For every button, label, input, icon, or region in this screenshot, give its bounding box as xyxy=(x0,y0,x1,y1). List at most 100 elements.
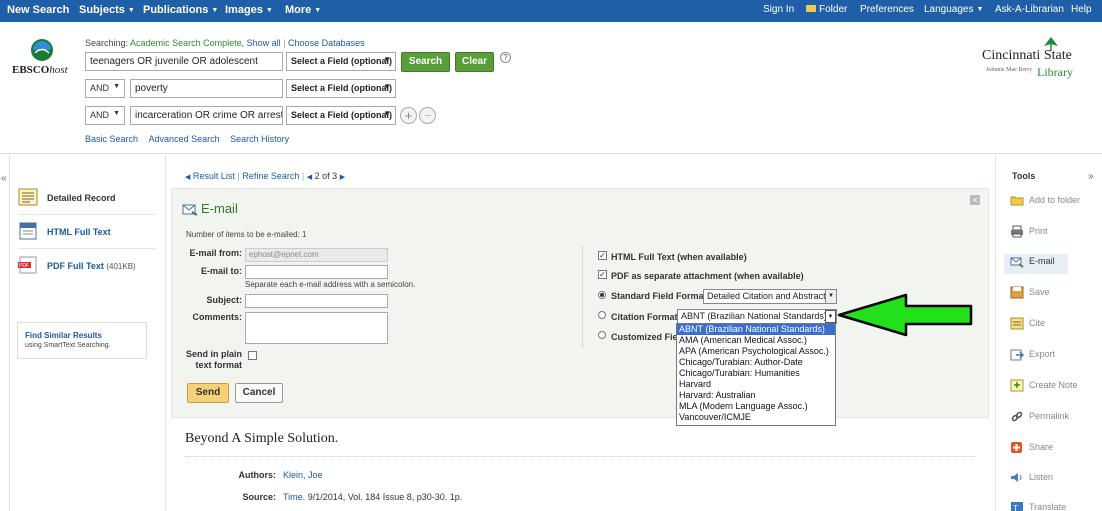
chevron-down-icon: ▼ xyxy=(825,310,836,323)
help-icon[interactable]: ? xyxy=(500,52,511,63)
authors-label: Authors: xyxy=(238,470,277,480)
tool-email[interactable]: E-mail xyxy=(1004,254,1068,274)
citation-option[interactable]: Harvard xyxy=(677,379,835,390)
database-name: Academic Search Complete xyxy=(130,38,242,48)
html-full-text-checkbox[interactable]: ✓ xyxy=(598,251,607,260)
top-navigation-bar: New Search Subjects ▼ Publications ▼ Image… xyxy=(0,0,1102,22)
source-publication-link[interactable]: Time. xyxy=(283,492,305,502)
subject-field[interactable] xyxy=(245,294,388,308)
tool-save[interactable]: Save xyxy=(1010,285,1100,305)
tool-listen[interactable]: Listen xyxy=(1010,470,1100,490)
record-title: Beyond A Simple Solution. xyxy=(185,431,339,446)
tool-permalink[interactable]: Permalink xyxy=(1010,409,1100,429)
boolean-operator-select-3[interactable]: AND ▼ xyxy=(85,106,125,125)
nav-new-search[interactable]: New Search xyxy=(7,4,69,16)
tool-add-to-folder[interactable]: Add to folder xyxy=(1010,193,1100,213)
search-button[interactable]: Search xyxy=(401,52,450,72)
collapse-right-icon[interactable]: » xyxy=(1088,171,1094,182)
left-sidebar: Detailed Record HTML Full Text PDF PDF F… xyxy=(10,155,160,511)
close-icon[interactable]: × xyxy=(970,195,980,205)
citation-format-dropdown[interactable]: ABNT (Brazilian National Standards) AMA … xyxy=(676,323,836,426)
pdf-full-text-link[interactable]: PDF PDF Full Text (401KB) xyxy=(18,253,156,283)
save-icon xyxy=(1010,286,1024,299)
library-logo[interactable]: Cincinnati State Johnnie Mae Berry Libra… xyxy=(982,36,1082,86)
search-input-2[interactable]: poverty xyxy=(130,79,283,98)
tool-create-note[interactable]: Create Note xyxy=(1010,378,1100,398)
email-to-hint: Separate each e-mail address with a semi… xyxy=(245,280,416,289)
choose-databases-link[interactable]: Choose Databases xyxy=(288,38,365,48)
plain-text-checkbox[interactable] xyxy=(248,351,257,360)
nav-help[interactable]: Help xyxy=(1071,4,1092,15)
html-full-text-link[interactable]: HTML Full Text xyxy=(18,219,156,249)
citation-option[interactable]: Chicago/Turabian: Humanities xyxy=(677,368,835,379)
chevron-down-icon: ▼ xyxy=(976,6,984,13)
citation-option[interactable]: Vancouver/ICMJE xyxy=(677,412,835,423)
author-link[interactable]: Klein, Joe xyxy=(283,470,323,480)
show-all-link[interactable]: Show all xyxy=(247,38,281,48)
ebsco-logo-text[interactable]: EBSCOhost xyxy=(12,64,68,76)
share-icon xyxy=(1011,442,1022,453)
field-select-1[interactable]: Select a Field (optional) ▼ xyxy=(286,52,396,71)
nav-languages[interactable]: Languages ▼ xyxy=(924,4,983,15)
nav-subjects[interactable]: Subjects ▼ xyxy=(79,4,135,16)
standard-format-radio[interactable] xyxy=(598,291,606,299)
citation-option[interactable]: Harvard: Australian xyxy=(677,390,835,401)
advanced-search-link[interactable]: Advanced Search xyxy=(149,134,220,144)
search-input-3[interactable]: incarceration OR crime OR arrest xyxy=(130,106,283,125)
boolean-operator-select-2[interactable]: AND ▼ xyxy=(85,79,125,98)
citation-option[interactable]: MLA (Modern Language Assoc.) xyxy=(677,401,835,412)
comments-field[interactable] xyxy=(245,312,388,344)
search-history-link[interactable]: Search History xyxy=(230,134,289,144)
search-header: EBSCOhost Searching: Academic Search Com… xyxy=(0,22,1102,154)
find-similar-results-box[interactable]: Find Similar Results using SmartText Sea… xyxy=(17,322,147,359)
nav-preferences[interactable]: Preferences xyxy=(860,4,914,15)
basic-search-link[interactable]: Basic Search xyxy=(85,134,138,144)
tool-export[interactable]: Export xyxy=(1010,347,1100,367)
detailed-record-link[interactable]: Detailed Record xyxy=(18,185,156,215)
citation-format-select[interactable]: ABNT (Brazilian National Standards) ▼ xyxy=(677,309,837,324)
nav-publications[interactable]: Publications ▼ xyxy=(143,4,218,16)
remove-row-icon[interactable]: − xyxy=(419,107,436,124)
standard-format-select[interactable]: Detailed Citation and Abstract ▼ xyxy=(703,289,837,304)
left-collapse-gutter[interactable]: « xyxy=(0,155,10,511)
email-item-count: Number of items to be e-mailed: 1 xyxy=(186,230,307,239)
refine-search-link[interactable]: Refine Search xyxy=(242,171,299,181)
tool-share[interactable]: Share xyxy=(1010,440,1100,460)
svg-text:PDF: PDF xyxy=(19,263,29,269)
field-select-3[interactable]: Select a Field (optional) ▼ xyxy=(286,106,396,125)
clear-button[interactable]: Clear xyxy=(455,52,494,72)
back-arrow-icon: ◀ xyxy=(185,174,191,181)
nav-sign-in[interactable]: Sign In xyxy=(763,4,794,15)
field-select-2[interactable]: Select a Field (optional) ▼ xyxy=(286,79,396,98)
pdf-icon: PDF xyxy=(18,256,37,274)
collapse-left-icon[interactable]: « xyxy=(1,173,7,184)
chevron-down-icon: ▼ xyxy=(383,109,391,118)
searching-line: Searching: Academic Search Complete, Sho… xyxy=(85,38,365,48)
email-from-field: ephost@epnet.com xyxy=(245,248,388,262)
email-to-field[interactable] xyxy=(245,265,388,279)
find-similar-results-link[interactable]: Find Similar Results xyxy=(25,331,102,340)
nav-images[interactable]: Images ▼ xyxy=(225,4,273,16)
cancel-button[interactable]: Cancel xyxy=(235,383,283,403)
search-input-1[interactable]: teenagers OR juvenile OR adolescent xyxy=(85,52,283,71)
citation-option[interactable]: ABNT (Brazilian National Standards) xyxy=(677,324,835,335)
tool-print[interactable]: Print xyxy=(1010,224,1100,244)
nav-more[interactable]: More ▼ xyxy=(285,4,321,16)
nav-folder[interactable]: Folder xyxy=(806,4,847,15)
tool-cite[interactable]: Cite xyxy=(1010,316,1100,336)
result-list-link[interactable]: Result List xyxy=(193,171,235,181)
citation-option[interactable]: AMA (American Medical Assoc.) xyxy=(677,335,835,346)
add-row-icon[interactable]: + xyxy=(400,107,417,124)
citation-option[interactable]: APA (American Psychological Assoc.) xyxy=(677,346,835,357)
customized-field-radio[interactable] xyxy=(598,331,606,339)
next-record-icon[interactable]: ▶ xyxy=(340,174,345,181)
nav-ask-a-librarian[interactable]: Ask-A-Librarian xyxy=(995,4,1064,15)
citation-format-label: Citation Format xyxy=(611,312,678,322)
pdf-attachment-checkbox[interactable]: ✓ xyxy=(598,270,607,279)
citation-format-radio[interactable] xyxy=(598,311,606,319)
divider xyxy=(185,456,975,457)
previous-record-icon[interactable]: ◀ xyxy=(307,174,312,181)
tool-translate[interactable]: T Translate xyxy=(1010,500,1100,511)
citation-option[interactable]: Chicago/Turabian: Author-Date xyxy=(677,357,835,368)
send-button[interactable]: Send xyxy=(187,383,229,403)
